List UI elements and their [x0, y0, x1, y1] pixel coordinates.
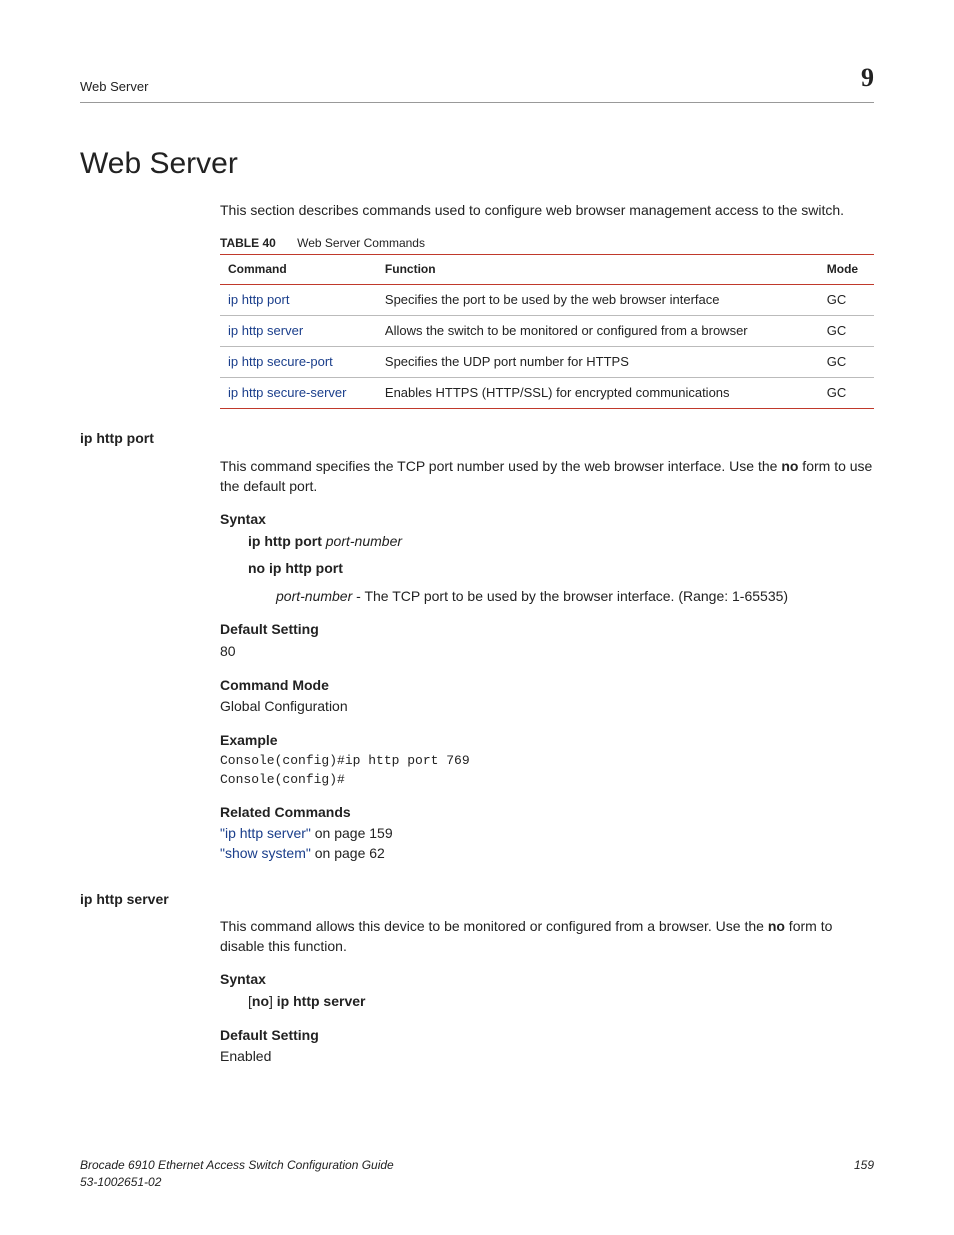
syntax-line: ip http port port-number	[248, 532, 874, 552]
related-label: Related Commands	[220, 803, 874, 823]
running-title: Web Server	[80, 78, 148, 96]
cmd-link[interactable]: ip http secure-server	[228, 385, 347, 400]
page-title: Web Server	[80, 143, 874, 185]
related-line: "ip http server" on page 159	[220, 824, 874, 844]
default-label: Default Setting	[220, 620, 874, 640]
cmd-mode: GC	[819, 315, 874, 346]
command-heading: ip http port	[80, 429, 874, 449]
syntax-line: no ip http port	[248, 559, 874, 579]
footer-doc-title: Brocade 6910 Ethernet Access Switch Conf…	[80, 1157, 394, 1174]
related-line: "show system" on page 62	[220, 844, 874, 864]
table-row: ip http secure-port Specifies the UDP po…	[220, 346, 874, 377]
cmd-link[interactable]: ip http port	[228, 292, 289, 307]
syntax-line: [no] ip http server	[248, 992, 874, 1012]
related-link[interactable]: "ip http server"	[220, 825, 311, 841]
example-code: Console(config)#ip http port 769 Console…	[220, 752, 874, 788]
table-title: Web Server Commands	[297, 236, 425, 250]
table-row: ip http port Specifies the port to be us…	[220, 284, 874, 315]
cmd-func: Enables HTTPS (HTTP/SSL) for encrypted c…	[377, 378, 819, 409]
syntax-label: Syntax	[220, 510, 874, 530]
command-heading: ip http server	[80, 890, 874, 910]
intro-paragraph: This section describes commands used to …	[220, 201, 874, 221]
table-caption: TABLE 40 Web Server Commands	[220, 235, 874, 252]
default-value: Enabled	[220, 1047, 874, 1067]
command-description: This command specifies the TCP port numb…	[220, 457, 874, 496]
chapter-number: 9	[861, 60, 874, 96]
command-table: Command Function Mode ip http port Speci…	[220, 254, 874, 410]
cmd-mode: GC	[819, 284, 874, 315]
table-row: ip http server Allows the switch to be m…	[220, 315, 874, 346]
th-mode: Mode	[819, 254, 874, 284]
cmd-mode: GC	[819, 378, 874, 409]
example-label: Example	[220, 731, 874, 751]
table-row: ip http secure-server Enables HTTPS (HTT…	[220, 378, 874, 409]
command-description: This command allows this device to be mo…	[220, 917, 874, 956]
table-label: TABLE 40	[220, 236, 276, 250]
footer-doc-code: 53-1002651-02	[80, 1174, 394, 1191]
mode-value: Global Configuration	[220, 697, 874, 717]
cmd-func: Specifies the port to be used by the web…	[377, 284, 819, 315]
mode-label: Command Mode	[220, 676, 874, 696]
footer-page-number: 159	[854, 1157, 874, 1191]
cmd-link[interactable]: ip http secure-port	[228, 354, 333, 369]
cmd-func: Specifies the UDP port number for HTTPS	[377, 346, 819, 377]
related-link[interactable]: "show system"	[220, 845, 311, 861]
running-header: Web Server 9	[80, 60, 874, 103]
cmd-link[interactable]: ip http server	[228, 323, 303, 338]
default-value: 80	[220, 642, 874, 662]
syntax-label: Syntax	[220, 970, 874, 990]
page-footer: Brocade 6910 Ethernet Access Switch Conf…	[80, 1157, 874, 1191]
th-command: Command	[220, 254, 377, 284]
cmd-mode: GC	[819, 346, 874, 377]
default-label: Default Setting	[220, 1026, 874, 1046]
th-function: Function	[377, 254, 819, 284]
param-desc: port-number - The TCP port to be used by…	[276, 587, 874, 607]
cmd-func: Allows the switch to be monitored or con…	[377, 315, 819, 346]
